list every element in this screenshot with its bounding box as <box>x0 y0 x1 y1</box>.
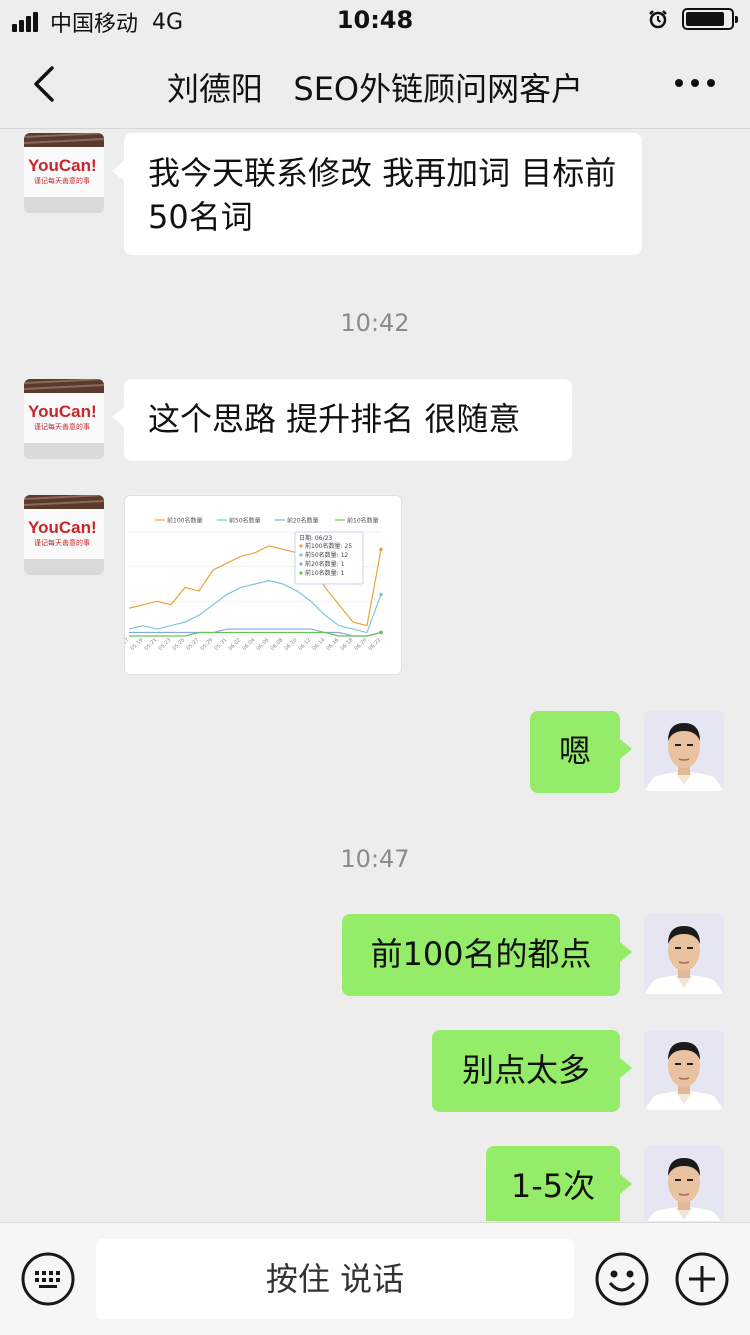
message-text: 我今天联系修改 我再加词 目标前50名词 <box>148 154 617 236</box>
message-text: 1-5次 <box>510 1167 596 1205</box>
x-tick-label: 06:12 <box>298 637 313 652</box>
avatar-contact[interactable]: YouCan! 谨记每天善意的事 <box>24 495 104 575</box>
x-tick-label: 06:18 <box>340 637 355 652</box>
x-tick-label: 05:17 <box>125 637 130 652</box>
message-bubble-outgoing[interactable]: 前100名的都点 <box>342 914 632 996</box>
tooltip-dot <box>299 544 303 548</box>
message-bubble-outgoing[interactable]: 别点太多 <box>432 1030 632 1112</box>
alarm-icon <box>649 10 667 29</box>
keyboard-icon[interactable] <box>20 1251 76 1307</box>
series-point <box>379 592 383 597</box>
legend-label: 前100名数量 <box>167 517 202 525</box>
series-line <box>128 579 382 634</box>
avatar-self[interactable] <box>644 1030 724 1110</box>
x-tick-label: 06:08 <box>270 637 285 652</box>
x-tick-label: 06:02 <box>228 637 243 652</box>
series-point <box>379 630 383 635</box>
x-tick-label: 06:16 <box>326 637 341 652</box>
message-text: 别点太多 <box>461 1051 590 1089</box>
tooltip-dot <box>299 562 303 566</box>
message-bubble-outgoing[interactable]: 1-5次 <box>486 1146 632 1221</box>
x-tick-label: 05:31 <box>214 637 229 652</box>
x-tick-label: 06:04 <box>242 637 257 652</box>
image-message-chart[interactable]: 前100名数量 前50名数量 前20名数量 前10名数量 05:17 05:19 05:21… <box>124 495 402 675</box>
legend-label: 前20名数量 <box>287 517 319 525</box>
more-options-icon[interactable] <box>670 68 720 98</box>
avatar-self[interactable] <box>644 914 724 994</box>
avatar-self[interactable] <box>644 711 724 791</box>
message-list[interactable]: YouCan! 谨记每天善意的事 我今天联系修改 我再加词 目标前50名词 10… <box>0 129 750 1221</box>
tooltip-row: 前100名数量: 25 <box>305 542 352 550</box>
legend-label: 前50名数量 <box>229 517 261 525</box>
status-time: 10:48 <box>336 6 414 34</box>
message-text: 嗯 <box>558 732 591 770</box>
emoji-icon[interactable] <box>594 1251 650 1307</box>
message-bubble-incoming[interactable]: 我今天联系修改 我再加词 目标前50名词 <box>112 133 642 255</box>
brand-logo-text: YouCan! <box>28 518 97 537</box>
avatar-contact[interactable]: YouCan! 谨记每天善意的事 <box>24 379 104 459</box>
avatar-contact[interactable]: YouCan! 谨记每天善意的事 <box>24 133 104 213</box>
chat-title: 刘德阳 SEO外链顾问网客户 <box>166 70 584 108</box>
message-bubble-incoming[interactable]: 这个思路 提升排名 很随意 <box>112 379 572 461</box>
status-bar: 中国移动 4G 10:48 <box>0 0 750 40</box>
ranking-line-chart: 前100名数量 前50名数量 前20名数量 前10名数量 05:17 05:19 05:21… <box>125 517 383 652</box>
legend-label: 前10名数量 <box>347 517 379 525</box>
hold-to-talk-button[interactable]: 按住 说话 <box>96 1239 574 1319</box>
x-tick-label: 05:23 <box>158 637 173 652</box>
tooltip-dot <box>299 553 303 557</box>
x-tick-label: 05:29 <box>200 637 215 652</box>
brand-logo-sub: 谨记每天善意的事 <box>34 422 90 431</box>
avatar-self[interactable] <box>644 1146 724 1221</box>
message-text: 这个思路 提升排名 很随意 <box>148 400 521 438</box>
battery-icon <box>682 8 738 30</box>
chat-header: 刘德阳 SEO外链顾问网客户 <box>0 40 750 129</box>
tooltip-row: 前10名数量: 1 <box>305 569 345 577</box>
tooltip-row: 前20名数量: 1 <box>305 560 345 568</box>
x-tick-label: 05:25 <box>172 637 187 652</box>
brand-logo-text: YouCan! <box>28 402 97 421</box>
x-tick-label: 06:14 <box>312 637 327 652</box>
brand-logo-text: YouCan! <box>28 156 97 175</box>
message-text: 前100名的都点 <box>370 935 592 973</box>
add-plus-icon[interactable] <box>674 1251 730 1307</box>
series-point <box>379 547 383 552</box>
x-tick-label: 05:21 <box>144 637 159 652</box>
timestamp: 10:42 <box>340 309 410 337</box>
x-tick-label: 05:19 <box>130 637 145 652</box>
brand-logo-sub: 谨记每天善意的事 <box>34 176 90 185</box>
x-tick-label: 05:27 <box>186 637 201 652</box>
input-bar: 按住 说话 <box>0 1222 750 1335</box>
brand-logo-sub: 谨记每天善意的事 <box>34 538 90 547</box>
tooltip-dot <box>299 571 303 575</box>
tooltip-date: 日期: 06/23 <box>299 534 332 542</box>
timestamp: 10:47 <box>340 845 410 873</box>
x-tick-label: 06:20 <box>354 637 369 652</box>
message-bubble-outgoing[interactable]: 嗯 <box>530 711 632 793</box>
x-tick-label: 06:06 <box>256 637 271 652</box>
tooltip-row: 前50名数量: 12 <box>305 551 348 559</box>
x-tick-label: 06:22 <box>368 637 383 652</box>
x-tick-label: 06:10 <box>284 637 299 652</box>
